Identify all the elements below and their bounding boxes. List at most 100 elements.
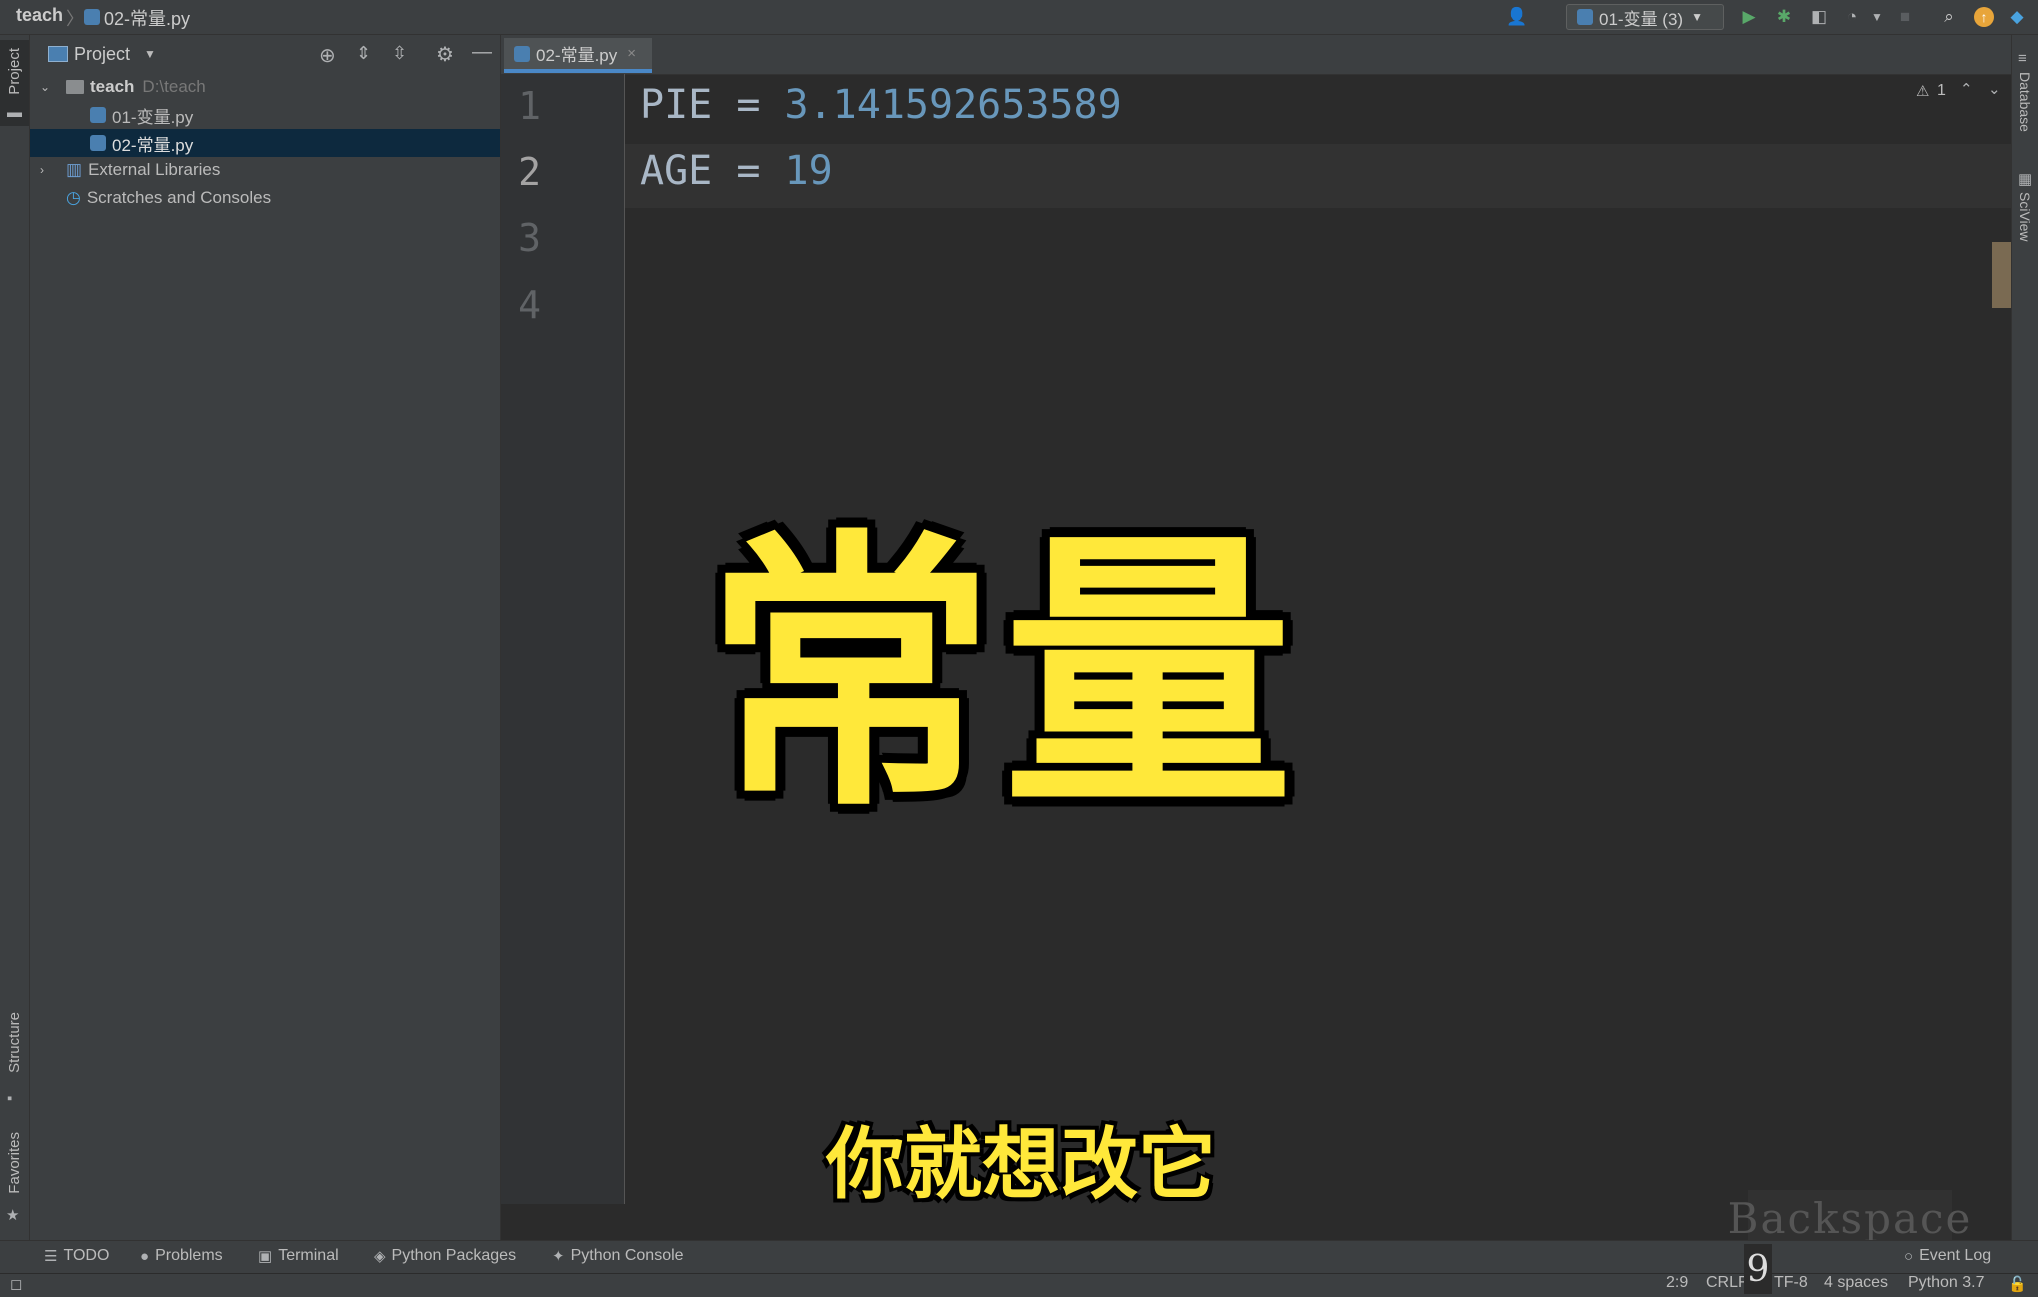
event-log-tab[interactable]: ○ Event Log <box>1904 1247 1991 1265</box>
structure-tab[interactable]: Structure <box>6 1012 23 1073</box>
problems-tab[interactable]: ● Problems <box>140 1247 223 1265</box>
operator: = <box>712 82 785 128</box>
current-line-highlight <box>625 144 2011 208</box>
run-icon[interactable]: ▶ <box>1738 6 1760 28</box>
sciview-icon: ▦ <box>2018 171 2033 188</box>
folder-icon: ▬ <box>7 104 22 121</box>
run-configuration-select[interactable]: 01-变量 (3) ▼ <box>1566 4 1724 30</box>
scrollbar-thumb[interactable] <box>1992 242 2011 308</box>
chevron-right-icon: › <box>40 163 44 177</box>
todo-tab[interactable]: ☰ TODO <box>44 1247 109 1265</box>
line-number: 1 <box>518 84 541 128</box>
close-icon[interactable]: × <box>627 45 636 62</box>
project-panel-header: Project ▼ ⊕ ⇕ ⇳ ⚙ — <box>30 35 500 75</box>
project-view-label[interactable]: Project <box>74 44 130 65</box>
operator: = <box>712 148 785 194</box>
terminal-label: Terminal <box>278 1247 339 1264</box>
python-file-icon <box>84 9 100 25</box>
tree-item-label: teach <box>90 77 135 96</box>
profile-icon[interactable]: ◔ <box>1841 6 1863 28</box>
tree-item-scratches[interactable]: ◷ Scratches and Consoles <box>30 184 500 212</box>
database-icon: ≡ <box>2018 50 2027 67</box>
project-view-icon <box>48 46 68 62</box>
tree-item-file[interactable]: 01-变量.py <box>30 101 500 129</box>
chevron-down-icon[interactable]: ▼ <box>144 47 156 61</box>
tree-item-label: 01-变量.py <box>112 107 194 127</box>
python-packages-tab[interactable]: ◈ Python Packages <box>374 1247 516 1265</box>
user-icon[interactable]: 👤 <box>1506 6 1528 28</box>
warning-count: 1 <box>1937 82 1946 99</box>
structure-icon: ▪ <box>7 1090 13 1107</box>
gear-icon[interactable]: ⚙ <box>436 42 454 67</box>
coverage-icon[interactable]: ◧ <box>1808 6 1830 28</box>
problems-label: Problems <box>155 1247 223 1264</box>
code-line[interactable]: PIE = 3.141592653589 <box>640 82 1122 128</box>
sciview-tab[interactable]: SciView <box>2017 192 2033 242</box>
line-separator[interactable]: CRLF <box>1706 1274 1748 1292</box>
line-number: 3 <box>518 216 541 260</box>
lock-icon[interactable]: 🔓 <box>2008 1275 2027 1293</box>
keystroke-overlay: Backspace <box>1728 1190 1970 1246</box>
breadcrumb-project[interactable]: teach <box>16 5 63 26</box>
list-icon: ☰ <box>44 1248 58 1265</box>
tree-item-label: External Libraries <box>88 160 221 179</box>
stop-icon[interactable]: ■ <box>1894 6 1916 28</box>
database-tab[interactable]: Database <box>2017 72 2033 132</box>
terminal-tab[interactable]: ▣ Terminal <box>258 1247 339 1265</box>
python-file-icon <box>514 45 530 62</box>
favorites-tab[interactable]: Favorites <box>6 1132 23 1194</box>
layout-icon[interactable]: ◻ <box>10 1275 22 1293</box>
event-log-icon: ○ <box>1904 1247 1914 1265</box>
chevron-up-icon[interactable]: ⌃ <box>1960 80 1973 98</box>
scratches-icon: ◷ <box>66 188 81 207</box>
more-run-options-icon[interactable]: ▼ <box>1866 6 1888 28</box>
python-icon: ✦ <box>552 1248 565 1265</box>
number-literal: 3.141592653589 <box>784 82 1122 128</box>
tree-item-teach[interactable]: ⌄ teach D:\teach <box>30 73 500 101</box>
debug-icon[interactable]: ✱ <box>1773 6 1795 28</box>
caret-position[interactable]: 2:9 <box>1666 1274 1688 1292</box>
constant-name: AGE <box>640 148 713 194</box>
project-tool-tab[interactable]: Project ▬ <box>0 40 29 126</box>
todo-label: TODO <box>63 1247 110 1264</box>
breadcrumb-file[interactable]: 02-常量.py <box>104 5 190 31</box>
python-console-tab[interactable]: ✦ Python Console <box>552 1247 684 1265</box>
file-encoding[interactable]: TF-8 <box>1774 1274 1808 1292</box>
chevron-down-icon: ⌄ <box>40 80 51 94</box>
tree-item-label: Scratches and Consoles <box>86 188 272 207</box>
python-packages-label: Python Packages <box>391 1247 517 1264</box>
terminal-icon: ▣ <box>258 1248 273 1265</box>
chevron-down-icon: ▼ <box>1691 10 1703 24</box>
warning-icon[interactable]: ⚠ <box>1916 82 1929 100</box>
constant-name: PIE <box>640 82 713 128</box>
packages-icon: ◈ <box>374 1248 386 1265</box>
python-file-icon <box>90 135 106 151</box>
navigation-bar: teach 〉 02-常量.py 👤 01-变量 (3) ▼ ▶ ✱ ◧ ◔ ▼… <box>0 0 2038 35</box>
python-file-icon <box>90 107 106 123</box>
chevron-down-icon[interactable]: ⌄ <box>1988 80 2001 98</box>
hide-panel-icon[interactable]: — <box>472 41 492 64</box>
project-panel <box>30 35 501 1271</box>
python-interpreter[interactable]: Python 3.7 <box>1908 1274 1985 1292</box>
star-icon: ★ <box>6 1207 20 1224</box>
project-tab-label: Project <box>6 48 23 95</box>
info-icon: ● <box>140 1247 150 1265</box>
keystroke-digit-overlay: 9 <box>1744 1244 1772 1294</box>
line-number: 4 <box>518 283 541 327</box>
editor-tab-label: 02-常量.py <box>536 46 618 65</box>
collapse-all-icon[interactable]: ⇳ <box>392 43 407 64</box>
search-icon[interactable]: ⌕ <box>1938 6 1960 28</box>
indent-setting[interactable]: 4 spaces <box>1824 1274 1888 1292</box>
editor-tab[interactable]: 02-常量.py × <box>504 38 652 73</box>
update-icon[interactable]: ↑ <box>1974 7 1994 27</box>
jetbrains-icon[interactable]: ◆ <box>2006 6 2028 28</box>
python-icon <box>1577 9 1593 25</box>
tree-item-external-libraries[interactable]: › ▥ External Libraries <box>30 156 500 184</box>
expand-all-icon[interactable]: ⇕ <box>356 43 371 64</box>
python-console-label: Python Console <box>570 1247 684 1264</box>
locate-icon[interactable]: ⊕ <box>319 43 336 68</box>
tree-item-file-selected[interactable]: 02-常量.py <box>30 129 500 157</box>
tree-item-label: 02-常量.py <box>112 135 194 155</box>
code-line[interactable]: AGE = 19 <box>640 148 833 194</box>
number-literal: 19 <box>784 148 833 194</box>
